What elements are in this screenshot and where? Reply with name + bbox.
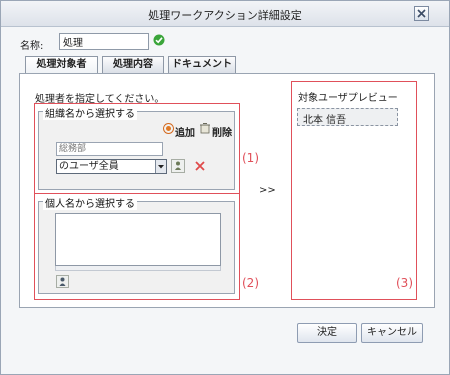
dialog-titlebar: 処理ワークアクション詳細設定: [1, 1, 449, 27]
tab-content[interactable]: 処理内容: [102, 56, 164, 74]
marker-1: (1): [242, 151, 259, 165]
person-list[interactable]: [55, 213, 221, 266]
delete-button-label[interactable]: 削除: [212, 124, 232, 139]
cancel-button[interactable]: キャンセル: [361, 323, 423, 343]
close-button[interactable]: [414, 6, 429, 21]
ok-button[interactable]: 決定: [297, 323, 357, 343]
person-picker-icon[interactable]: [56, 275, 69, 288]
name-label: 名称:: [20, 41, 44, 52]
chevron-down-icon: [155, 160, 166, 173]
user-scope-value: のユーザ全員: [59, 161, 119, 172]
preview-title: 対象ユーザプレビュー: [298, 93, 398, 104]
dialog: 処理ワークアクション詳細設定 名称: 処理対象者 処理内容 ドキュメント 処理者…: [0, 0, 450, 375]
delete-icon[interactable]: [199, 122, 211, 134]
org-section-legend: 組織名から選択する: [43, 105, 137, 120]
person-section-legend: 個人名から選択する: [43, 195, 137, 210]
person-list-scrollbar[interactable]: [55, 266, 221, 271]
transfer-arrow: >>: [259, 185, 276, 196]
marker-2: (2): [242, 276, 259, 290]
add-button-label[interactable]: 追加: [175, 124, 195, 139]
org-tree-icon[interactable]: [171, 159, 185, 173]
tab-documents[interactable]: ドキュメント: [168, 56, 236, 74]
check-icon: [153, 34, 165, 46]
add-icon[interactable]: [163, 123, 174, 134]
name-input[interactable]: [59, 33, 149, 50]
close-icon: [417, 9, 426, 18]
user-scope-select[interactable]: のユーザ全員: [56, 159, 167, 174]
dept-input[interactable]: [56, 142, 163, 156]
dialog-title: 処理ワークアクション詳細設定: [148, 9, 302, 22]
marker-3: (3): [396, 276, 413, 290]
preview-user-item[interactable]: 北本 信吾: [297, 108, 398, 126]
clear-icon[interactable]: [194, 160, 206, 172]
